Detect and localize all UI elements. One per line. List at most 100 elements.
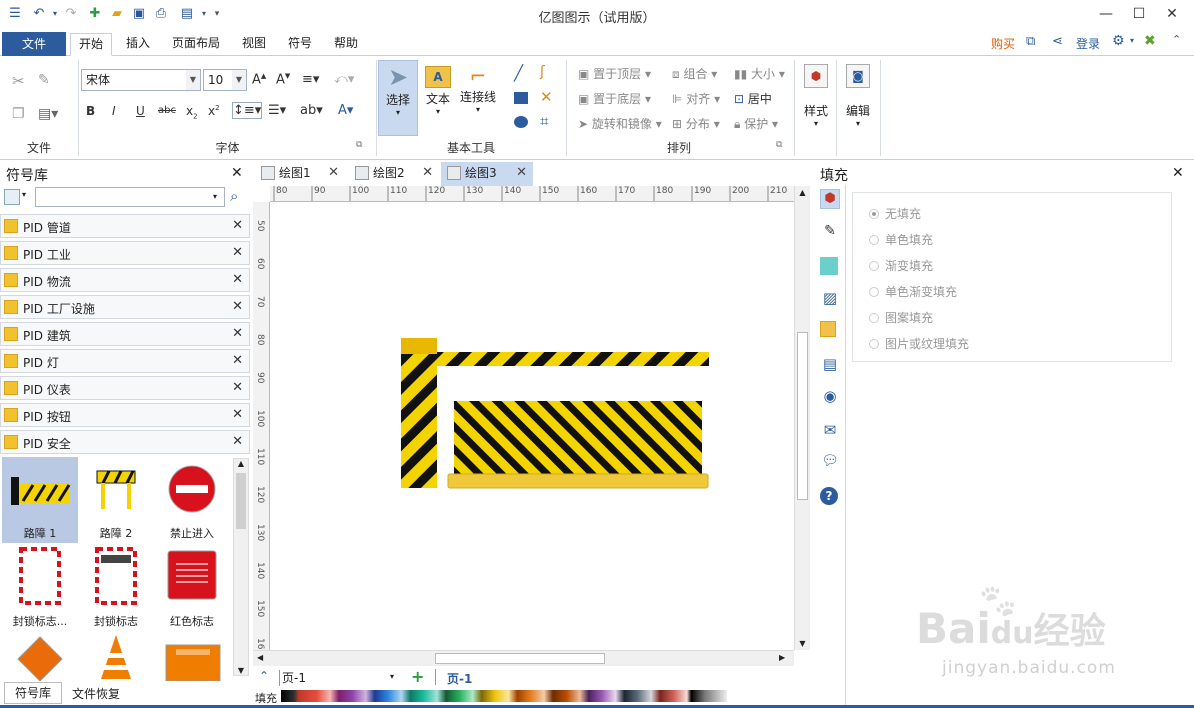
symbol-warning-sign[interactable] <box>154 633 230 681</box>
page-tab[interactable]: 页-1 <box>447 670 472 687</box>
align-button[interactable]: ⊫ 对齐 ▾ <box>672 90 720 107</box>
close-tab-icon[interactable]: ✕ <box>328 162 339 184</box>
group-button[interactable]: ⧈ 组合 ▾ <box>672 65 717 82</box>
symbol-barrier-2[interactable]: 路障 2 <box>78 457 154 543</box>
bottom-tab-library[interactable]: 符号库 <box>4 682 62 704</box>
italic-button[interactable]: I <box>112 104 116 118</box>
scroll-right-icon[interactable]: ▶ <box>779 653 785 662</box>
text-direction-icon[interactable]: ⤺▾ <box>334 72 354 87</box>
close-category-icon[interactable]: ✕ <box>232 299 243 314</box>
symbol-barrier-1[interactable]: 路障 1 <box>2 457 78 543</box>
close-category-icon[interactable]: ✕ <box>232 353 243 368</box>
font-name-select[interactable]: 宋体 ▼ <box>81 69 201 91</box>
road-barrier-shape[interactable] <box>270 202 794 650</box>
settings-dropdown-icon[interactable]: ▾ <box>1130 36 1134 45</box>
canvas-hscroll-thumb[interactable] <box>435 653 605 664</box>
font-color-icon[interactable]: A▾ <box>338 103 353 118</box>
attachment-icon[interactable]: ✉ <box>820 421 840 441</box>
tab-page-layout[interactable]: 页面布局 <box>166 33 226 56</box>
cut-icon[interactable]: ✂ <box>12 72 25 90</box>
center-button[interactable]: ⊡ 居中 <box>734 90 772 107</box>
symbol-lockout-sign-a[interactable]: 封锁标志... <box>2 545 78 631</box>
select-tool-button[interactable]: ➤ 选择 ▾ <box>378 60 418 136</box>
fill-option-solid[interactable]: 单色填充 <box>869 231 933 248</box>
color-swatches[interactable] <box>281 690 727 702</box>
page-select[interactable]: 页-1 <box>279 670 397 686</box>
library-category[interactable]: PID 按钮 ✕ <box>0 403 250 427</box>
page-properties-icon[interactable]: ▤ <box>820 355 840 375</box>
size-button[interactable]: ▮▮ 大小 ▾ <box>734 65 785 82</box>
feedback-icon[interactable]: ⧉ <box>1026 34 1035 49</box>
doc-tab-1[interactable]: 绘图1 ✕ <box>255 162 345 186</box>
close-category-icon[interactable]: ✕ <box>232 245 243 260</box>
grow-font-icon[interactable]: A▲ <box>252 72 266 87</box>
text-highlight-icon[interactable]: ab▾ <box>300 103 323 118</box>
minimize-button[interactable]: — <box>1092 4 1120 24</box>
text-tool-button[interactable]: A 文本 ▾ <box>420 60 456 136</box>
symbol-no-entry[interactable]: 禁止进入 <box>154 457 230 543</box>
fill-option-pattern[interactable]: 图案填充 <box>869 309 933 326</box>
library-scroll-thumb[interactable] <box>236 473 246 529</box>
close-category-icon[interactable]: ✕ <box>232 272 243 287</box>
tab-symbol[interactable]: 符号 <box>280 33 320 56</box>
font-dialog-launcher-icon[interactable]: ⧉ <box>356 140 362 150</box>
edit-button[interactable]: ◙ 编辑 ▾ <box>842 62 874 152</box>
symbol-red-sign[interactable]: 红色标志 <box>154 545 230 631</box>
library-menu-icon[interactable] <box>4 189 20 205</box>
tab-view[interactable]: 视图 <box>234 33 274 56</box>
subscript-button[interactable]: x2 <box>186 104 198 120</box>
rotate-mirror-button[interactable]: ➤ 旋转和镜像 ▾ <box>578 115 662 132</box>
scroll-left-icon[interactable]: ◀ <box>257 653 263 662</box>
underline-button[interactable]: U <box>136 104 145 118</box>
tab-home[interactable]: 开始 <box>70 33 112 56</box>
doc-tab-3[interactable]: 绘图3 ✕ <box>441 162 533 186</box>
login-link[interactable]: 登录 <box>1076 35 1100 52</box>
fill-option-single-gradient[interactable]: 单色渐变填充 <box>869 283 957 300</box>
align-text-icon[interactable]: ≡▾ <box>302 72 319 87</box>
pages-collapse-icon[interactable]: ⌃ <box>259 669 269 683</box>
canvas-vscroll-thumb[interactable] <box>797 332 808 500</box>
scroll-down-icon[interactable]: ▼ <box>795 639 810 648</box>
share-icon[interactable]: ⋖ <box>1052 34 1063 49</box>
image-icon[interactable]: ▨ <box>820 289 840 309</box>
curve-tool-icon[interactable]: ʃ <box>540 64 545 80</box>
maximize-button[interactable]: ☐ <box>1125 4 1153 24</box>
close-tab-icon[interactable]: ✕ <box>422 162 433 184</box>
canvas-vertical-scrollbar[interactable]: ▲ ▼ <box>794 186 810 650</box>
gear-icon[interactable]: ⚙ <box>1112 33 1125 49</box>
library-category[interactable]: PID 物流 ✕ <box>0 268 250 292</box>
drawing-canvas[interactable] <box>270 202 794 650</box>
buy-link[interactable]: 购买 <box>991 35 1015 52</box>
close-category-icon[interactable]: ✕ <box>232 326 243 341</box>
send-to-back-button[interactable]: ▣ 置于底层 ▾ <box>578 90 651 107</box>
add-page-icon[interactable]: + <box>411 667 424 686</box>
copy-icon[interactable]: ❐ <box>12 106 25 122</box>
point-tool-icon[interactable]: ✕ <box>540 88 553 106</box>
distribute-button[interactable]: ⊞ 分布 ▾ <box>672 115 720 132</box>
close-category-icon[interactable]: ✕ <box>232 407 243 422</box>
fill-option-gradient[interactable]: 渐变填充 <box>869 257 933 274</box>
ellipse-tool-icon[interactable] <box>514 116 528 128</box>
library-search-input[interactable] <box>35 187 225 207</box>
crop-tool-icon[interactable]: ⌗ <box>540 112 548 130</box>
font-size-select[interactable]: 10 ▼ <box>203 69 247 91</box>
scroll-up-icon[interactable]: ▲ <box>234 459 248 468</box>
canvas-horizontal-scrollbar[interactable]: ◀ ▶ <box>253 650 794 666</box>
tab-help[interactable]: 帮助 <box>326 33 366 56</box>
library-category[interactable]: PID 工业 ✕ <box>0 241 250 265</box>
library-category[interactable]: PID 建筑 ✕ <box>0 322 250 346</box>
close-fill-panel-icon[interactable]: ✕ <box>1172 165 1184 181</box>
bullets-icon[interactable]: ☰▾ <box>268 103 286 118</box>
library-category[interactable]: PID 管道 ✕ <box>0 214 250 238</box>
page-dropdown-icon[interactable]: ▾ <box>390 672 394 681</box>
bring-to-front-button[interactable]: ▣ 置于顶层 ▾ <box>578 65 651 82</box>
close-category-icon[interactable]: ✕ <box>232 380 243 395</box>
scroll-down-icon[interactable]: ▼ <box>234 666 248 675</box>
symbol-traffic-cone[interactable] <box>78 633 154 681</box>
bottom-tab-file-recovery[interactable]: 文件恢复 <box>72 684 120 704</box>
line-style-icon[interactable]: ✎ <box>820 223 840 243</box>
library-category[interactable]: PID 仪表 ✕ <box>0 376 250 400</box>
arrange-dialog-launcher-icon[interactable]: ⧉ <box>776 140 782 150</box>
shadow-color-icon[interactable] <box>820 257 838 275</box>
fill-bucket-icon[interactable]: ⬢ <box>820 189 840 209</box>
